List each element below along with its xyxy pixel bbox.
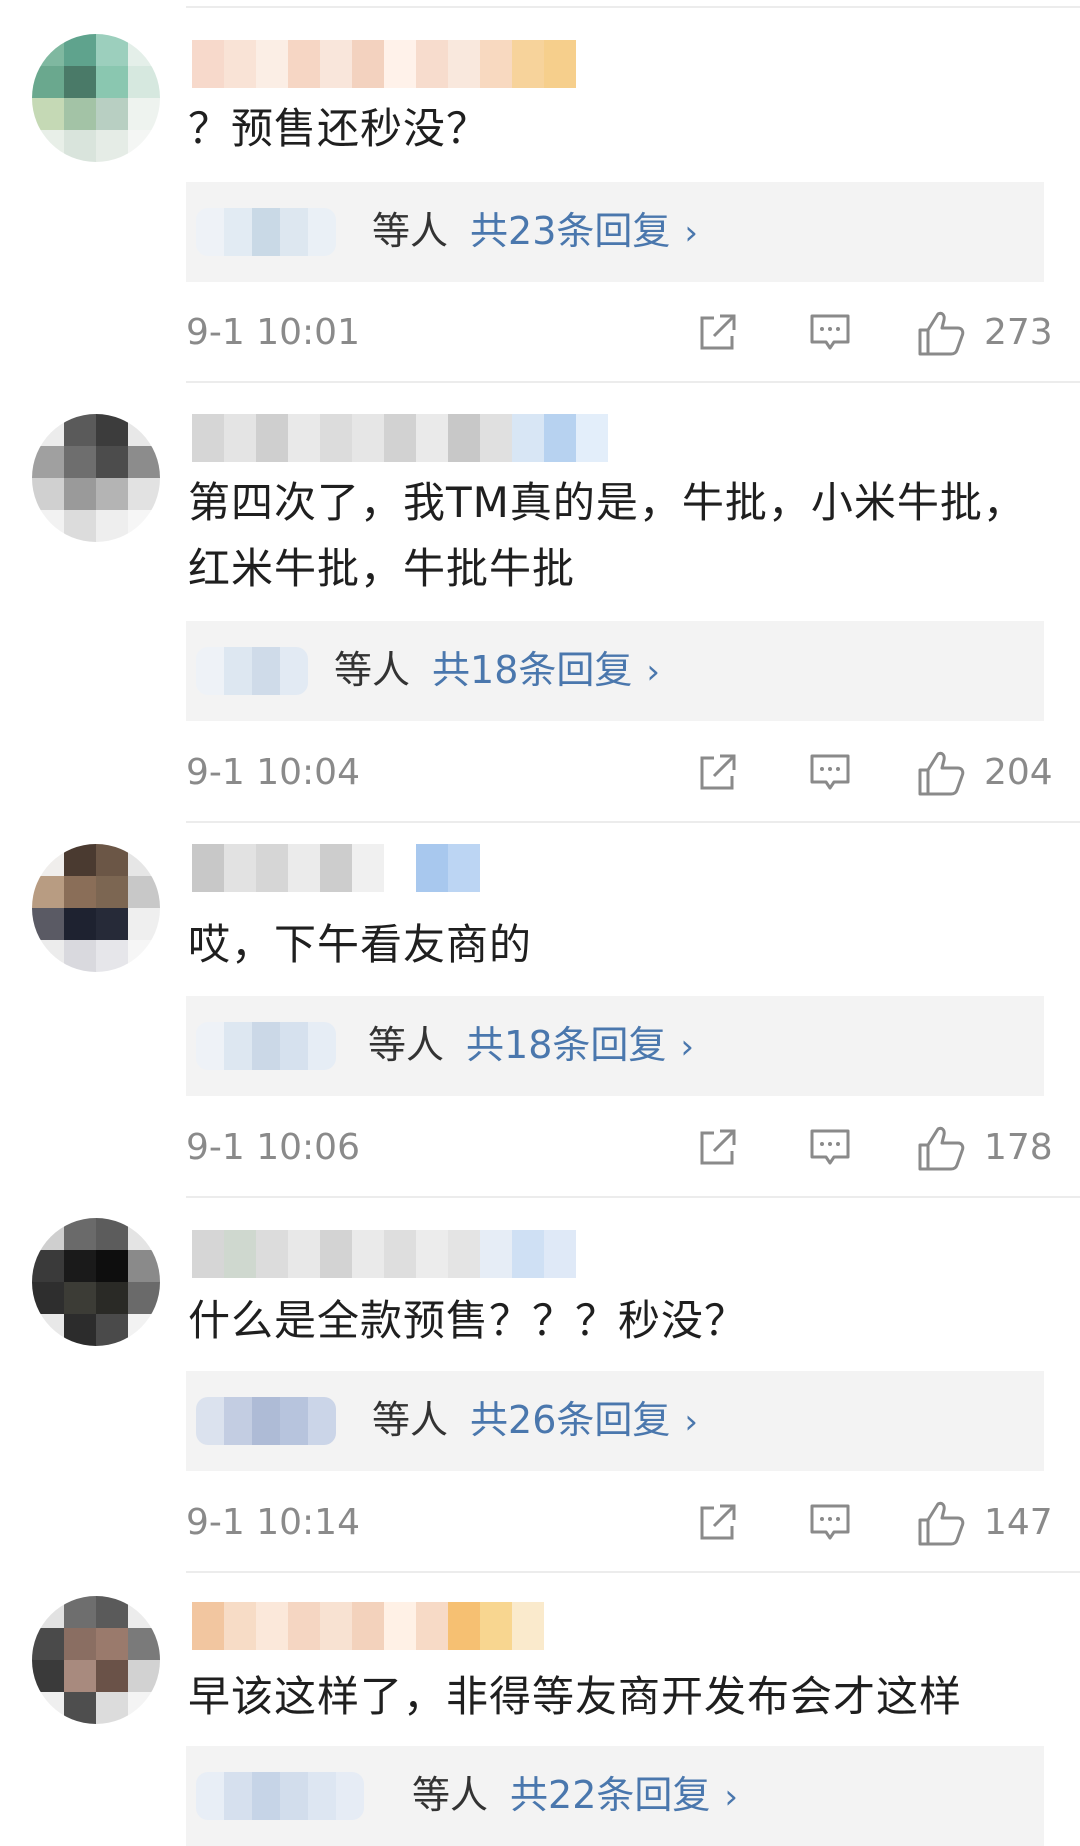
reply-count-link[interactable]: 共22条回复	[510, 1773, 710, 1817]
reply-count-link[interactable]: 共18条回复	[432, 648, 632, 692]
like-button[interactable]: 147	[916, 1498, 1053, 1550]
comment-icon	[810, 1504, 850, 1540]
username[interactable]	[192, 844, 480, 892]
like-button[interactable]: 178	[916, 1123, 1053, 1175]
top-divider	[186, 6, 1080, 8]
thumbs-up-icon	[918, 311, 965, 356]
reply-count-link[interactable]: 共23条回复	[470, 209, 670, 253]
comment-text: 早该这样了，非得等友商开发布会才这样	[188, 1672, 963, 1721]
comment-meta: 9-1 10:04 204	[186, 746, 1053, 806]
avatar[interactable]	[32, 34, 160, 162]
share-button[interactable]	[694, 308, 742, 360]
comment-text: 什么是全款预售？？？秒没？	[188, 1296, 748, 1345]
reply-suffix: 等人	[412, 1773, 489, 1817]
comment-icon	[810, 314, 850, 350]
like-count: 273	[984, 312, 1053, 353]
share-icon	[700, 1129, 736, 1165]
reply-suffix: 等人	[372, 209, 449, 253]
divider	[186, 381, 1080, 383]
chevron-right-icon: ›	[724, 1777, 738, 1817]
chevron-right-icon: ›	[646, 652, 660, 692]
reply-usernames	[196, 1772, 364, 1820]
comment-meta: 9-1 10:01 273	[186, 306, 1053, 366]
share-icon	[700, 754, 736, 790]
comment-button[interactable]	[806, 308, 854, 360]
share-icon	[700, 1504, 736, 1540]
reply-suffix: 等人	[368, 1023, 445, 1067]
comment-button[interactable]	[806, 748, 854, 800]
divider	[186, 821, 1080, 823]
comment-icon	[810, 754, 850, 790]
avatar[interactable]	[32, 414, 160, 542]
share-icon	[700, 314, 736, 350]
chevron-right-icon: ›	[684, 213, 698, 253]
divider	[186, 1571, 1080, 1573]
share-button[interactable]	[694, 1123, 742, 1175]
reply-preview[interactable]: 等人 共23条回复 ›	[186, 182, 1044, 282]
username[interactable]	[192, 1230, 576, 1278]
username[interactable]	[192, 414, 608, 462]
thumbs-up-icon	[918, 1501, 965, 1546]
reply-suffix: 等人	[372, 1398, 449, 1442]
comment-meta: 9-1 10:14 147	[186, 1496, 1053, 1556]
like-button[interactable]: 273	[916, 308, 1053, 360]
reply-count-link[interactable]: 共26条回复	[470, 1398, 670, 1442]
reply-preview[interactable]: 等人 共18条回复 ›	[186, 996, 1044, 1096]
comment-text: 哎，下午看友商的	[188, 920, 533, 969]
reply-preview[interactable]: 等人 共26条回复 ›	[186, 1371, 1044, 1471]
thumbs-up-icon	[918, 751, 965, 796]
reply-usernames	[196, 208, 336, 256]
reply-usernames	[196, 1397, 336, 1445]
avatar[interactable]	[32, 1218, 160, 1346]
chevron-right-icon: ›	[680, 1027, 694, 1067]
reply-preview[interactable]: 等人 共22条回复 ›	[186, 1746, 1044, 1846]
comment-text: ？预售还秒没？	[188, 104, 490, 153]
like-count: 147	[984, 1502, 1053, 1543]
username[interactable]	[192, 40, 576, 88]
like-button[interactable]: 204	[916, 748, 1053, 800]
timestamp: 9-1 10:14	[186, 1502, 360, 1543]
thumbs-up-icon	[918, 1126, 965, 1171]
comment-icon	[810, 1129, 850, 1165]
reply-usernames	[196, 1022, 336, 1070]
share-button[interactable]	[694, 748, 742, 800]
reply-suffix: 等人	[334, 648, 411, 692]
username[interactable]	[192, 1602, 544, 1650]
timestamp: 9-1 10:04	[186, 752, 360, 793]
divider	[186, 1196, 1080, 1198]
timestamp: 9-1 10:06	[186, 1127, 360, 1168]
comment-text: 第四次了，我TM真的是，牛批，小米牛批，红米牛批，牛批牛批	[188, 478, 1026, 593]
reply-count-link[interactable]: 共18条回复	[466, 1023, 666, 1067]
comment-button[interactable]	[806, 1498, 854, 1550]
like-count: 178	[984, 1127, 1053, 1168]
comment-button[interactable]	[806, 1123, 854, 1175]
timestamp: 9-1 10:01	[186, 312, 360, 353]
chevron-right-icon: ›	[684, 1402, 698, 1442]
reply-usernames	[196, 647, 308, 695]
comment-meta: 9-1 10:06 178	[186, 1121, 1053, 1181]
reply-preview[interactable]: 等人 共18条回复 ›	[186, 621, 1044, 721]
avatar[interactable]	[32, 844, 160, 972]
like-count: 204	[984, 752, 1053, 793]
share-button[interactable]	[694, 1498, 742, 1550]
avatar[interactable]	[32, 1596, 160, 1724]
